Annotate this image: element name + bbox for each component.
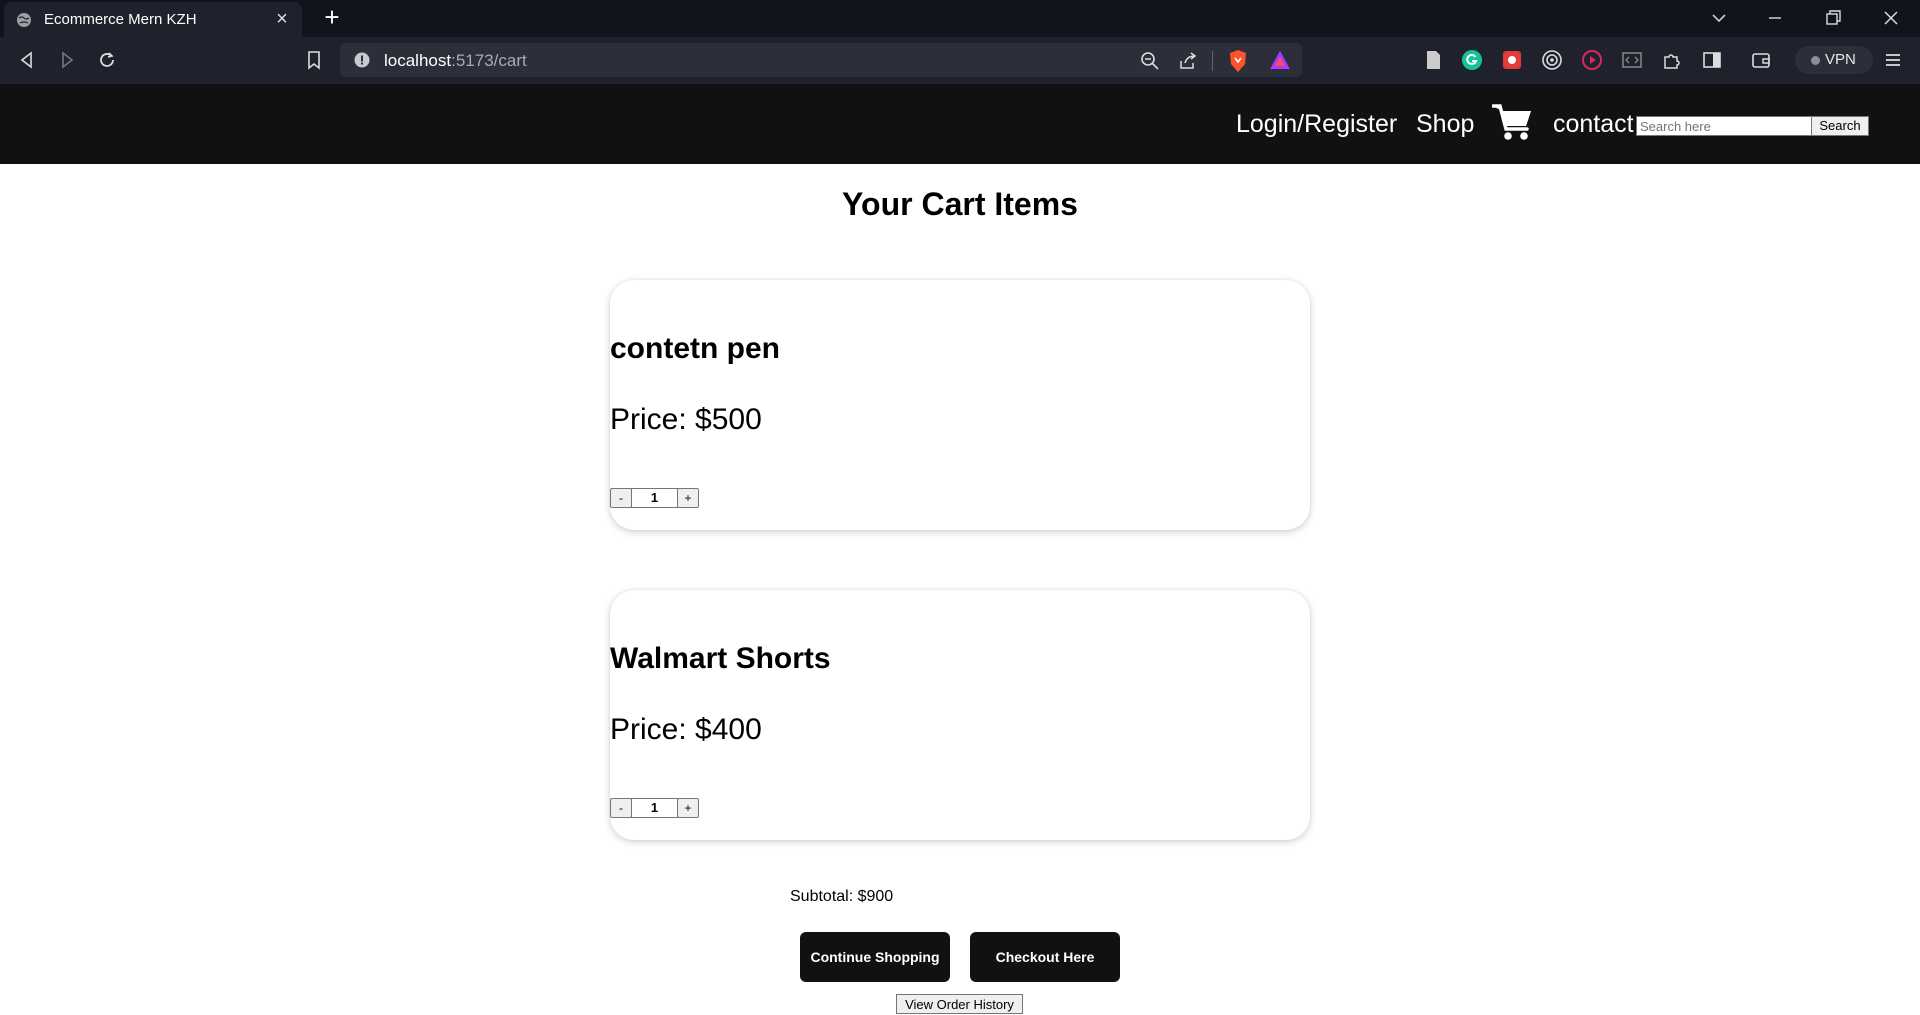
search-button[interactable]: Search [1811,116,1869,136]
forward-icon[interactable] [56,49,78,71]
cart-item-card: contetn pen Price: $500 - 1 + [610,280,1310,530]
menu-icon[interactable] [1882,49,1904,71]
cart-item-card: Walmart Shorts Price: $400 - 1 + [610,590,1310,840]
url-path: :5173/cart [451,51,527,70]
tab-search-chevron-icon[interactable] [1707,6,1731,30]
browser-toolbar: localhost:5173/cart VPN [0,37,1920,84]
address-bar[interactable]: localhost:5173/cart [340,43,1302,77]
nav-contact-link[interactable]: contact [1553,110,1634,139]
decrease-quantity-button[interactable]: - [610,488,632,508]
vpn-button[interactable]: VPN [1795,46,1873,74]
nav-login-register-link[interactable]: Login/Register [1236,110,1397,139]
site-navbar: Login/Register Shop contact Search [0,84,1920,164]
cart-icon[interactable] [1492,102,1534,142]
quantity-value[interactable]: 1 [631,798,678,818]
share-icon[interactable] [1178,51,1198,71]
grammarly-icon[interactable] [1461,49,1483,71]
page-title: Your Cart Items [842,186,1078,222]
reload-icon[interactable] [96,49,118,71]
reading-list-icon[interactable] [1422,49,1444,71]
restore-icon[interactable] [1821,6,1845,30]
view-order-history-button[interactable]: View Order History [896,994,1023,1014]
address-divider [1212,51,1213,71]
increase-quantity-button[interactable]: + [677,488,699,508]
sidebar-toggle-icon[interactable] [1701,49,1723,71]
close-window-icon[interactable] [1879,6,1903,30]
search-input[interactable] [1636,116,1816,136]
cart-item-price: Price: $500 [610,403,762,436]
decrease-quantity-button[interactable]: - [610,798,632,818]
zoom-icon[interactable] [1140,51,1160,71]
media-extension-icon[interactable] [1581,49,1603,71]
brave-rewards-icon[interactable] [1269,50,1291,70]
minimize-icon[interactable] [1763,6,1787,30]
extension-red-icon[interactable] [1501,49,1523,71]
back-icon[interactable] [16,49,38,71]
extensions-puzzle-icon[interactable] [1661,49,1683,71]
url-text: localhost:5173/cart [384,51,527,71]
cart-item-price: Price: $400 [610,713,762,746]
globe-icon [17,13,31,27]
brave-shields-icon[interactable] [1227,49,1249,73]
tab-title: Ecommerce Mern KZH [44,11,197,28]
wallet-icon[interactable] [1750,49,1772,71]
continue-shopping-button[interactable]: Continue Shopping [800,932,950,982]
target-extension-icon[interactable] [1541,49,1563,71]
url-host: localhost [384,51,452,70]
cart-item-name: Walmart Shorts [610,642,831,675]
increase-quantity-button[interactable]: + [677,798,699,818]
browser-tab-active[interactable]: Ecommerce Mern KZH × [4,2,302,37]
vpn-label: VPN [1825,51,1856,68]
quantity-value[interactable]: 1 [631,488,678,508]
nav-shop-link[interactable]: Shop [1416,110,1474,139]
subtotal-text: Subtotal: $900 [790,888,894,905]
vpn-status-icon [1811,56,1820,65]
close-tab-icon[interactable]: × [272,9,292,29]
new-tab-icon[interactable]: + [320,4,344,30]
code-extension-icon[interactable] [1621,49,1643,71]
browser-tab-bar: Ecommerce Mern KZH × + [0,0,1920,37]
bookmark-icon[interactable] [303,49,325,71]
checkout-button[interactable]: Checkout Here [970,932,1120,982]
cart-item-name: contetn pen [610,332,780,365]
site-info-icon[interactable] [354,52,370,68]
